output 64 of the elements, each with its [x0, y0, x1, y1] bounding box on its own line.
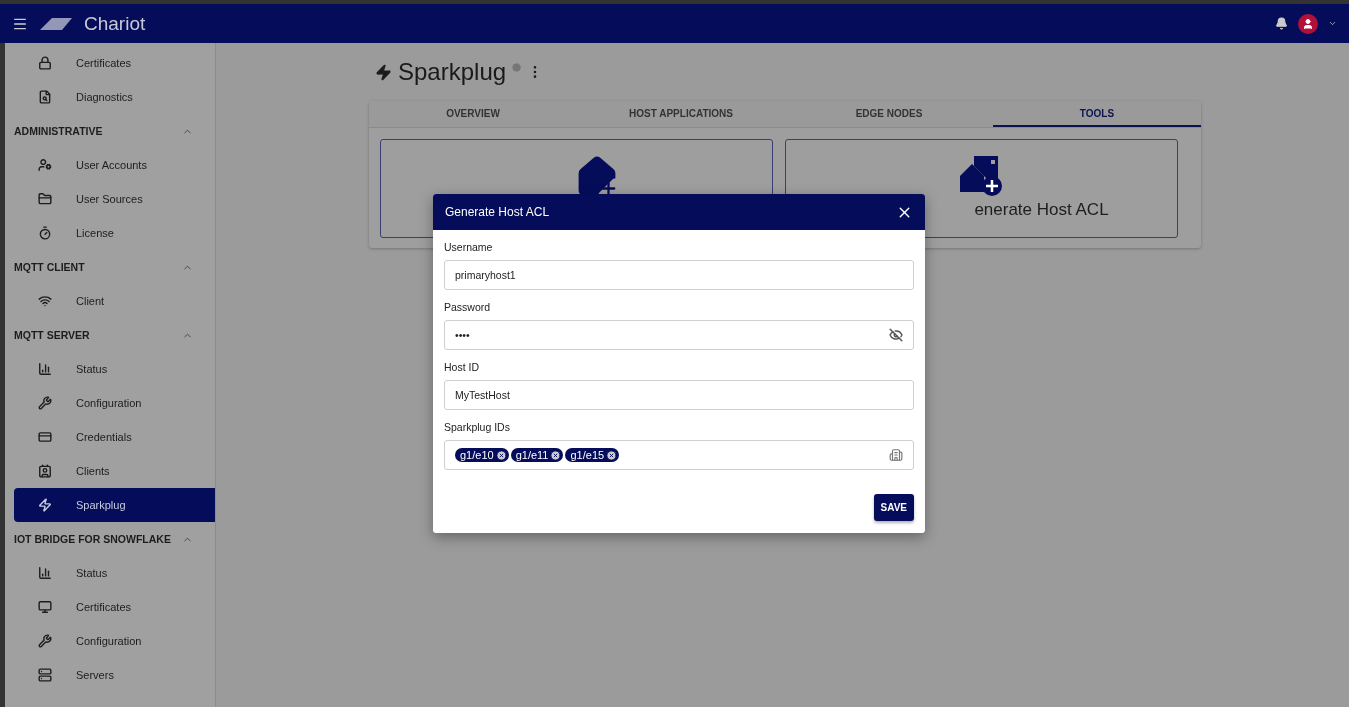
logo-icon [38, 15, 74, 32]
item-icon [38, 226, 52, 240]
input-field[interactable]: primaryhost1 [444, 260, 914, 290]
id-chip[interactable]: g1/e11 [510, 448, 564, 462]
section-header[interactable]: MQTT SERVER [5, 318, 215, 352]
hide-password-icon[interactable] [889, 328, 903, 342]
item-icon [38, 90, 52, 104]
input-field[interactable]: •••• [444, 320, 914, 350]
section-header[interactable]: MQTT CLIENT [5, 250, 215, 284]
card-label: enerate Host ACL [974, 200, 1109, 220]
sidebar-item[interactable]: Status [14, 352, 215, 386]
dialog-title: Generate Host ACL [445, 205, 550, 219]
building-icon[interactable] [889, 448, 903, 462]
field-label: Host ID [444, 361, 480, 373]
sidebar-item[interactable]: Configuration [14, 386, 215, 420]
field-label: Password [444, 301, 492, 313]
item-icon [38, 158, 52, 172]
item-icon [38, 396, 52, 410]
bolt-icon [375, 63, 392, 81]
item-icon [38, 634, 52, 648]
section-header[interactable]: IOT BRIDGE FOR SNOWFLAKE [5, 522, 215, 556]
sidebar-item[interactable]: User Sources [14, 182, 215, 216]
item-icon [38, 294, 52, 308]
tab[interactable]: HOST APPLICATIONS [577, 101, 785, 127]
item-icon [38, 498, 52, 512]
input-field[interactable]: MyTestHost [444, 380, 914, 410]
sidebar-item[interactable]: Servers [14, 658, 215, 692]
id-chip[interactable]: g1/e10 [455, 448, 509, 462]
sidebar-item[interactable]: Client [14, 284, 215, 318]
item-icon [38, 566, 52, 580]
sidebar-item[interactable]: License [14, 216, 215, 250]
item-icon [38, 192, 52, 206]
sidebar-item[interactable]: Certificates [14, 46, 215, 80]
save-button[interactable]: SAVE [873, 494, 914, 521]
caret-icon[interactable] [1328, 19, 1337, 28]
section-header[interactable]: ADMINISTRATIVE [5, 114, 215, 148]
tab[interactable]: EDGE NODES [785, 101, 993, 127]
item-icon [38, 56, 52, 70]
item-icon [38, 668, 52, 682]
bell-icon[interactable] [1275, 17, 1288, 30]
sidebar-item[interactable]: Credentials [14, 420, 215, 454]
field-label: Username [444, 241, 494, 253]
remove-icon[interactable] [550, 449, 562, 461]
field-label: Sparkplug IDs [444, 421, 511, 433]
input-field[interactable]: g1/e10 g1/e11 g1/e15 [444, 440, 914, 470]
item-icon [38, 430, 52, 444]
tab[interactable]: OVERVIEW [369, 101, 577, 127]
sidebar-item[interactable]: Clients [14, 454, 215, 488]
id-chip[interactable]: g1/e15 [565, 448, 620, 462]
sidebar-item[interactable]: Status [14, 556, 215, 590]
sidebar-item[interactable]: Sparkplug [14, 488, 215, 522]
sidebar-item[interactable]: Diagnostics [14, 80, 215, 114]
item-icon [38, 600, 52, 614]
tab[interactable]: TOOLS [993, 101, 1201, 127]
sidebar-item[interactable]: Configuration [14, 624, 215, 658]
sidebar-item[interactable]: User Accounts [14, 148, 215, 182]
remove-icon[interactable] [606, 449, 618, 461]
remove-icon[interactable] [495, 449, 507, 461]
brand-name: Chariot [84, 12, 146, 35]
item-icon [38, 464, 52, 478]
sidebar-item[interactable]: Certificates [14, 590, 215, 624]
item-icon [38, 362, 52, 376]
page-title: Sparkplug [398, 58, 507, 86]
avatar-icon[interactable] [1298, 13, 1318, 34]
